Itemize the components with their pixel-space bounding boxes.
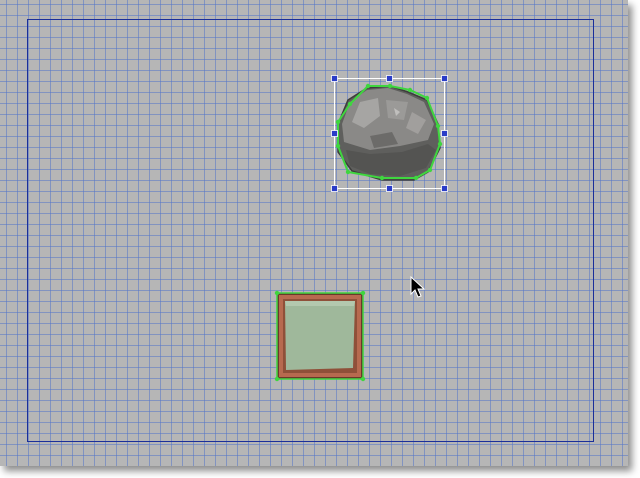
resize-handle-e[interactable] (441, 130, 448, 137)
square-platform-sprite[interactable] (274, 290, 368, 384)
resize-handle-sw[interactable] (331, 185, 338, 192)
resize-handle-se[interactable] (441, 185, 448, 192)
arrow-cursor-icon (410, 276, 426, 298)
resize-handle-nw[interactable] (331, 75, 338, 82)
resize-handle-w[interactable] (331, 130, 338, 137)
resize-handle-ne[interactable] (441, 75, 448, 82)
resize-handle-s[interactable] (386, 185, 393, 192)
selection-box[interactable] (330, 74, 450, 194)
square-platform-icon (277, 293, 363, 379)
editor-canvas[interactable] (0, 0, 628, 466)
resize-handle-n[interactable] (386, 75, 393, 82)
